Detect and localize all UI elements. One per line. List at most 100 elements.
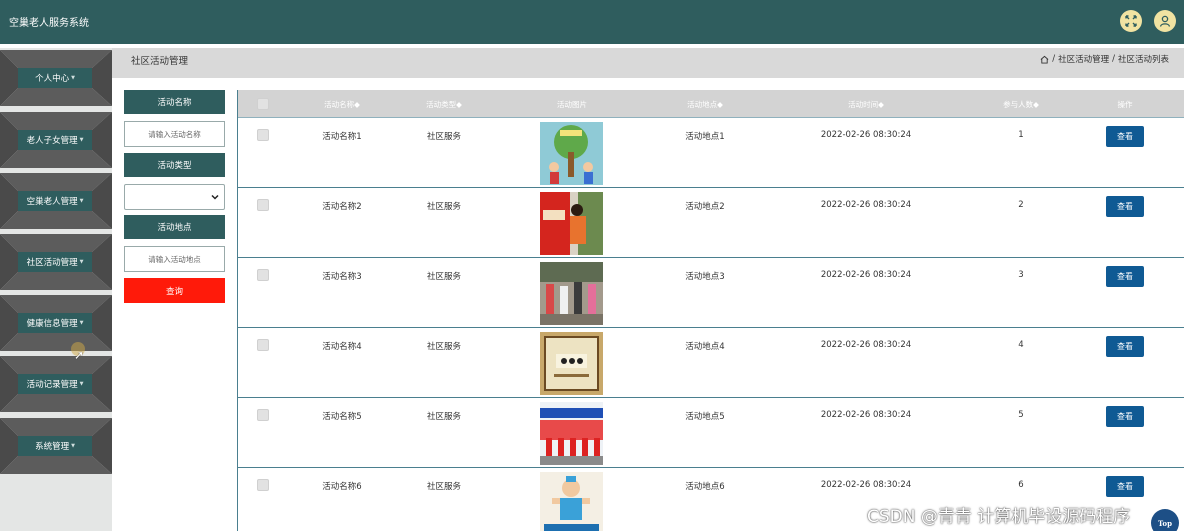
caret-icon: ▼ <box>79 198 84 204</box>
activity-image <box>540 122 603 185</box>
participant-count: 5 <box>1018 410 1024 420</box>
top-header: 空巢老人服务系统 <box>0 0 1184 44</box>
column-header-type[interactable]: 活动类型◆ <box>426 99 462 110</box>
table-row: 活动名称5 社区服务 活动地点5 2022-02-26 08:30:24 5 查… <box>238 398 1184 468</box>
activity-type-label: 活动类型 <box>124 153 225 177</box>
activity-place: 活动地点4 <box>685 342 725 352</box>
activity-image <box>540 262 603 325</box>
select-all-checkbox[interactable] <box>257 98 269 110</box>
participant-count: 3 <box>1018 270 1024 280</box>
sidebar-item-elder-children[interactable]: 老人子女管理 ▼ <box>0 112 112 168</box>
column-header-name[interactable]: 活动名称◆ <box>324 99 360 110</box>
sidebar-item-label: 个人中心 <box>35 74 70 84</box>
activity-name: 活动名称4 <box>322 342 362 352</box>
participant-count: 4 <box>1018 340 1024 350</box>
caret-icon: ▼ <box>79 320 84 326</box>
activity-type: 社区服务 <box>426 412 462 422</box>
sidebar-item-community-activities[interactable]: 社区活动管理 ▼ <box>0 234 112 290</box>
activity-type: 社区服务 <box>426 482 462 492</box>
sidebar-item-system[interactable]: 系统管理 ▼ <box>0 418 112 474</box>
activity-place: 活动地点1 <box>685 132 725 142</box>
activity-place: 活动地点5 <box>685 412 725 422</box>
activity-type-select[interactable] <box>124 184 225 210</box>
sidebar-item-empty-nest-elders[interactable]: 空巢老人管理 ▼ <box>0 173 112 229</box>
activity-place: 活动地点6 <box>685 482 725 492</box>
row-checkbox[interactable] <box>257 129 269 141</box>
page-title: 社区活动管理 <box>131 56 189 67</box>
main-content: 社区活动管理 / 社区活动管理 / 社区活动列表 活动名称 活动类型 活动地点 … <box>112 48 1184 531</box>
column-header-action: 操作 <box>1117 100 1133 109</box>
sidebar-item-activity-records[interactable]: 活动记录管理 ▼ <box>0 356 112 412</box>
query-button[interactable]: 查询 <box>124 278 225 303</box>
watermark: CSDN @青青 计算机毕设源码程序 <box>867 507 1131 527</box>
sidebar: 个人中心 ▼ 老人子女管理 ▼ 空巢老人管理 ▼ 社区活动管理 ▼ 健康信息管理 ▼ 活动… <box>0 48 112 531</box>
sidebar-item-label: 健康信息管理 <box>26 319 78 329</box>
activity-name-label: 活动名称 <box>124 90 225 114</box>
activity-name: 活动名称2 <box>322 202 362 212</box>
activity-place: 活动地点3 <box>685 272 725 282</box>
row-checkbox[interactable] <box>257 409 269 421</box>
activity-time: 2022-02-26 08:30:24 <box>820 340 912 350</box>
back-to-top-button[interactable]: Top <box>1151 509 1179 531</box>
page-header-bar: 社区活动管理 / 社区活动管理 / 社区活动列表 <box>112 48 1184 78</box>
view-button[interactable]: 查看 <box>1106 406 1144 427</box>
column-header-time[interactable]: 活动时间◆ <box>848 99 884 110</box>
sidebar-item-health-info[interactable]: 健康信息管理 ▼ <box>0 295 112 351</box>
user-icon[interactable] <box>1154 10 1176 32</box>
activity-type: 社区服务 <box>426 272 462 282</box>
caret-icon: ▼ <box>79 137 84 143</box>
view-button[interactable]: 查看 <box>1106 476 1144 497</box>
activity-type: 社区服务 <box>426 202 462 212</box>
breadcrumb-item-current: 社区活动列表 <box>1117 55 1169 65</box>
chevron-down-icon <box>211 194 219 200</box>
activity-place: 活动地点2 <box>685 202 725 212</box>
table-header: 活动名称◆ 活动类型◆ 活动图片 活动地点◆ 活动时间◆ 参与人数◆ 操作 <box>238 90 1184 118</box>
mouse-cursor-icon: ➚ <box>74 348 85 362</box>
participant-count: 6 <box>1018 480 1024 490</box>
caret-icon: ▼ <box>71 75 75 81</box>
activity-table: 活动名称◆ 活动类型◆ 活动图片 活动地点◆ 活动时间◆ 参与人数◆ 操作 活动… <box>237 90 1184 531</box>
sidebar-item-label: 系统管理 <box>35 442 70 452</box>
activity-image <box>540 472 603 531</box>
fullscreen-icon[interactable] <box>1120 10 1142 32</box>
column-header-place[interactable]: 活动地点◆ <box>687 99 723 110</box>
activity-name-input[interactable] <box>124 121 225 147</box>
activity-image <box>540 332 603 395</box>
table-row: 活动名称2 社区服务 活动地点2 2022-02-26 08:30:24 2 查… <box>238 188 1184 258</box>
activity-type: 社区服务 <box>426 342 462 352</box>
activity-time: 2022-02-26 08:30:24 <box>820 130 912 140</box>
column-header-count[interactable]: 参与人数◆ <box>1003 99 1039 110</box>
sidebar-item-label: 活动记录管理 <box>26 380 78 390</box>
breadcrumb-separator: / <box>1052 54 1056 64</box>
activity-place-input[interactable] <box>124 246 225 272</box>
activity-image <box>540 192 603 255</box>
row-checkbox[interactable] <box>257 199 269 211</box>
caret-icon: ▼ <box>71 443 75 449</box>
activity-name: 活动名称1 <box>322 132 362 142</box>
table-row: 活动名称1 社区服务 活动地点1 2022-02-26 08:30:24 1 查… <box>238 118 1184 188</box>
breadcrumb: / 社区活动管理 / 社区活动列表 <box>1040 53 1169 65</box>
row-checkbox[interactable] <box>257 269 269 281</box>
activity-time: 2022-02-26 08:30:24 <box>820 410 912 420</box>
activity-type: 社区服务 <box>426 132 462 142</box>
sidebar-item-label: 老人子女管理 <box>26 136 78 146</box>
sidebar-item-personal-center[interactable]: 个人中心 ▼ <box>0 50 112 106</box>
caret-icon: ▼ <box>79 381 84 387</box>
participant-count: 1 <box>1018 130 1024 140</box>
activity-image <box>540 402 603 465</box>
activity-name: 活动名称6 <box>322 482 362 492</box>
sidebar-item-label: 空巢老人管理 <box>26 197 78 207</box>
home-icon[interactable] <box>1040 55 1049 64</box>
breadcrumb-item[interactable]: 社区活动管理 <box>1058 53 1109 65</box>
activity-name: 活动名称5 <box>322 412 362 422</box>
row-checkbox[interactable] <box>257 479 269 491</box>
view-button[interactable]: 查看 <box>1106 336 1144 357</box>
caret-icon: ▼ <box>79 259 84 265</box>
row-checkbox[interactable] <box>257 339 269 351</box>
activity-time: 2022-02-26 08:30:24 <box>820 480 912 490</box>
view-button[interactable]: 查看 <box>1106 126 1144 147</box>
view-button[interactable]: 查看 <box>1106 266 1144 287</box>
app-title: 空巢老人服务系统 <box>9 18 89 29</box>
activity-time: 2022-02-26 08:30:24 <box>820 270 912 280</box>
view-button[interactable]: 查看 <box>1106 196 1144 217</box>
